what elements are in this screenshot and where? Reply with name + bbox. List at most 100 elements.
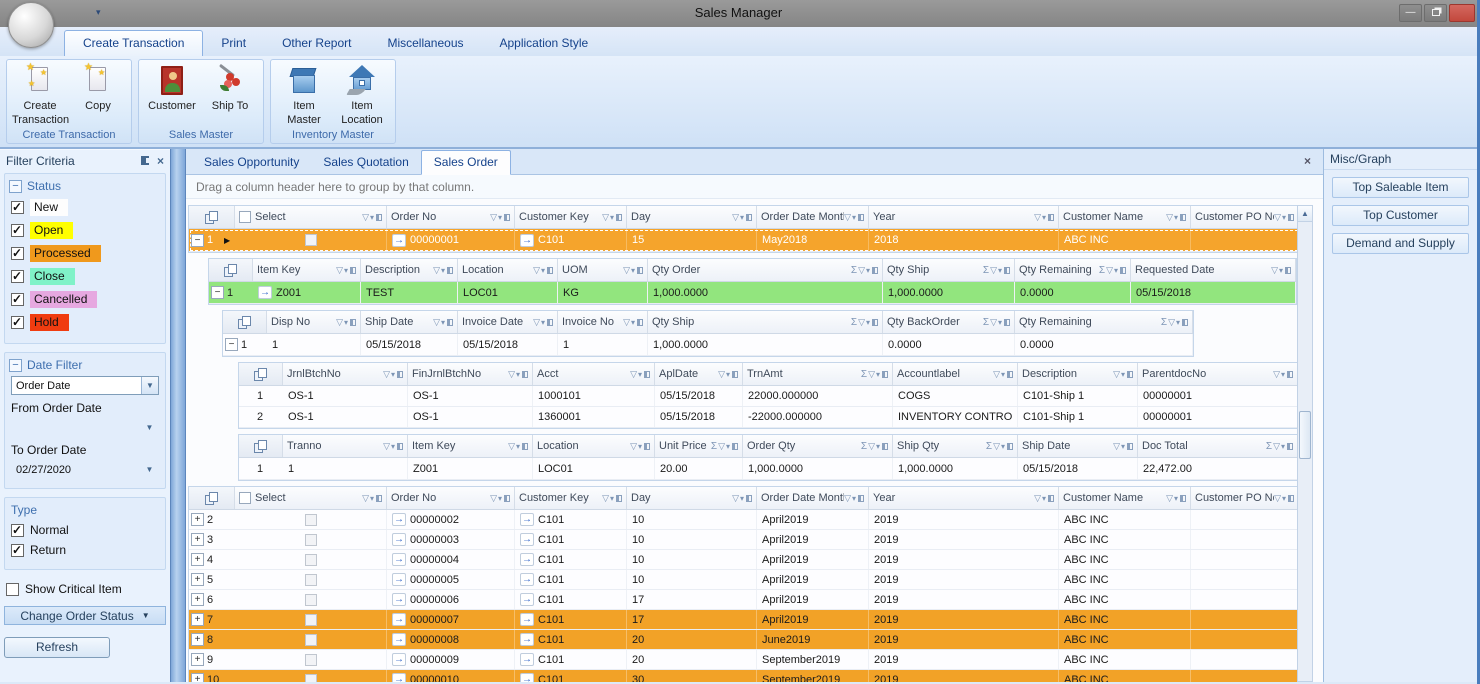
filter-icon[interactable]: ▽ [508, 369, 515, 380]
grid-cell[interactable]: ABC INC [1059, 229, 1191, 251]
column-header-requested-date[interactable]: Requested Date▽▾ [1131, 259, 1296, 281]
grid-cell[interactable]: OS-1 [283, 407, 408, 427]
grid-cell[interactable]: OS-1 [408, 386, 533, 406]
grid-cell[interactable]: 1,000.0000 [883, 282, 1015, 303]
sum-icon[interactable]: Σ [1099, 265, 1105, 276]
filter-icon[interactable]: ▽ [362, 493, 369, 504]
grid-cell[interactable] [1191, 530, 1299, 549]
row-checkbox[interactable] [305, 674, 317, 683]
grid-row[interactable]: +4→00000004→C10110April20192019ABC INC [189, 550, 1299, 570]
grid-row[interactable]: +9→00000009→C10120September20192019ABC I… [189, 650, 1299, 670]
show-critical-item-checkbox[interactable] [6, 583, 19, 596]
grid-cell[interactable]: 0.0000 [883, 334, 1015, 355]
filter-caret-icon[interactable]: ▾ [998, 318, 1002, 327]
pin-icon[interactable] [1287, 443, 1293, 450]
sum-icon[interactable]: Σ [861, 441, 867, 452]
filter-icon[interactable]: ▽ [1168, 317, 1175, 328]
grid-row[interactable]: +6→00000006→C10117April20192019ABC INC [189, 590, 1299, 610]
grid-cell[interactable]: ABC INC [1059, 610, 1191, 629]
pin-icon[interactable] [616, 214, 622, 221]
grid-cell[interactable]: 2019 [869, 630, 1059, 649]
filter-icon[interactable]: ▽ [993, 369, 1000, 380]
grid-cell[interactable]: 17 [627, 590, 757, 609]
grid-cell[interactable] [1191, 550, 1299, 569]
pin-icon[interactable] [350, 267, 356, 274]
row-checkbox[interactable] [305, 234, 317, 246]
grid-cell[interactable]: →C101 [515, 530, 627, 549]
filter-icon[interactable]: ▽ [1113, 369, 1120, 380]
filter-icon[interactable]: ▽ [623, 265, 630, 276]
column-header-parentdocno[interactable]: ParentdocNo▽▾ [1138, 363, 1298, 385]
filter-caret-icon[interactable]: ▾ [610, 213, 614, 222]
scrollbar-thumb[interactable] [1299, 411, 1311, 459]
column-header-qty-order[interactable]: Qty OrderΣ▽▾ [648, 259, 883, 281]
filter-caret-icon[interactable]: ▾ [441, 318, 445, 327]
grid-cell[interactable]: 1 [283, 458, 408, 479]
grid-cell[interactable]: ABC INC [1059, 550, 1191, 569]
grid-cell[interactable]: →C101 [515, 650, 627, 669]
copy-button[interactable]: ★★ Copy [69, 62, 127, 128]
grid-cell[interactable]: 22,472.00 [1138, 458, 1298, 479]
column-header-acct[interactable]: Acct▽▾ [533, 363, 655, 385]
column-header-qty-remaining[interactable]: Qty RemainingΣ▽▾ [1015, 259, 1131, 281]
filter-icon[interactable]: ▽ [858, 265, 865, 276]
sum-icon[interactable]: Σ [983, 265, 989, 276]
filter-icon[interactable]: ▽ [732, 212, 739, 223]
grid-row[interactable]: +10→00000010→C10130September20192019ABC … [189, 670, 1299, 682]
filter-icon[interactable]: ▽ [490, 212, 497, 223]
grid-row[interactable]: +7→00000007→C10117April20192019ABC INC [189, 610, 1299, 630]
filter-icon[interactable]: ▽ [858, 317, 865, 328]
filter-icon[interactable]: ▽ [362, 212, 369, 223]
grid-cell[interactable]: June2019 [757, 630, 869, 649]
filter-caret-icon[interactable]: ▾ [516, 370, 520, 379]
grid-cell[interactable]: April2019 [757, 510, 869, 529]
link-arrow-icon[interactable]: → [258, 286, 272, 299]
filter-icon[interactable]: ▽ [433, 265, 440, 276]
row-expander[interactable]: − [211, 286, 224, 299]
grid-cell[interactable]: 10 [627, 510, 757, 529]
grid-cell[interactable] [235, 670, 387, 682]
grid-cell[interactable]: 10 [627, 570, 757, 589]
close-button[interactable] [1449, 4, 1475, 22]
date-field-select[interactable]: Order Date ▼ [11, 376, 159, 395]
pin-icon[interactable] [1180, 214, 1186, 221]
sum-icon[interactable]: Σ [986, 441, 992, 452]
pin-icon[interactable] [1182, 319, 1188, 326]
column-header-ship-date[interactable]: Ship Date▽▾ [1018, 435, 1138, 457]
filter-caret-icon[interactable]: ▾ [370, 213, 374, 222]
grid-row[interactable]: −1→Z001TESTLOC01KG1,000.00001,000.00000.… [209, 282, 1296, 304]
pin-icon[interactable] [637, 267, 643, 274]
column-header-invoice-no[interactable]: Invoice No▽▾ [558, 311, 648, 333]
grid-cell[interactable] [235, 570, 387, 589]
grid-cell[interactable]: 20.00 [655, 458, 743, 479]
filter-icon[interactable]: ▽ [602, 212, 609, 223]
grid-corner-cell[interactable] [239, 363, 283, 385]
customer-button[interactable]: Customer [143, 62, 201, 128]
pin-icon[interactable] [644, 371, 650, 378]
grid-cell[interactable]: →C101 [515, 570, 627, 589]
grid-cell[interactable]: ABC INC [1059, 650, 1191, 669]
column-header-jrnlbtchno[interactable]: JrnlBtchNo▽▾ [283, 363, 408, 385]
pin-icon[interactable] [522, 371, 528, 378]
tab-create-transaction[interactable]: Create Transaction [64, 30, 203, 56]
pin-icon[interactable] [1007, 371, 1013, 378]
pin-icon[interactable] [1048, 495, 1054, 502]
tab-print[interactable]: Print [203, 31, 264, 56]
row-expander[interactable]: + [191, 553, 204, 566]
grid-cell[interactable]: →00000003 [387, 530, 515, 549]
grid-corner-cell[interactable] [209, 259, 253, 281]
pin-icon[interactable] [1120, 267, 1126, 274]
pin-icon[interactable] [1288, 495, 1294, 502]
pin-icon[interactable] [504, 495, 510, 502]
filter-icon[interactable]: ▽ [1113, 441, 1120, 452]
grid-cell[interactable]: 2019 [869, 510, 1059, 529]
link-arrow-icon[interactable]: → [520, 553, 534, 566]
refresh-button[interactable]: Refresh [4, 637, 110, 658]
grid-cell[interactable] [235, 590, 387, 609]
grid-cell[interactable]: OS-1 [283, 386, 408, 406]
grid-cell[interactable]: →00000008 [387, 630, 515, 649]
pin-icon[interactable] [616, 495, 622, 502]
grid-cell[interactable]: 1000101 [533, 386, 655, 406]
status-checkbox-hold[interactable] [11, 316, 24, 329]
grid-cell[interactable]: 2018 [869, 229, 1059, 251]
